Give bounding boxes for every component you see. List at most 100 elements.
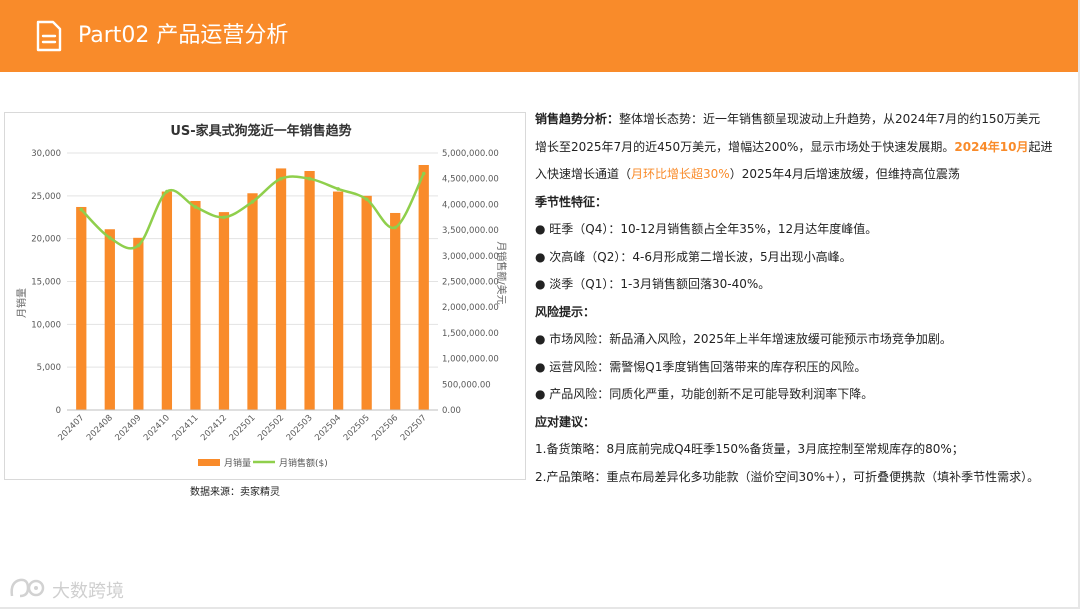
brand-logo-icon [10, 578, 45, 598]
bar [76, 206, 87, 410]
y-right-tick-label: 2,500,000.00 [442, 278, 499, 288]
page-title: Part02 产品运营分析 [78, 23, 289, 48]
y-right-tick-label: 0.00 [442, 406, 461, 416]
y-left-tick-label: 5,000 [37, 363, 61, 373]
bar [247, 193, 258, 410]
line-point [279, 176, 283, 181]
risk-item-text: 产品风险：同质化严重，功能创新不足可能导致利润率下降。 [549, 387, 874, 401]
risk-item: ● 市场风险：新品涌入风险，2025年上半年增速放缓可能预示市场竞争加剧。 [535, 332, 952, 346]
brand-logo-text: 大数跨境 [52, 581, 124, 602]
y-right-tick-label: 3,000,000.00 [442, 252, 499, 262]
season-item: ● 次高峰（Q2）：4-6月形成第二增长波，5月出现小高峰。 [535, 249, 852, 264]
y-left-tick-label: 30,000 [31, 149, 61, 159]
y-left-tick-label: 10,000 [31, 320, 61, 330]
trend-text-4: 入快速增长通道（ [535, 167, 632, 181]
y-left-tick-label: 0 [56, 406, 61, 416]
x-tick-label: 202505 [342, 413, 372, 443]
risk-item: ● 产品风险：同质化严重，功能创新不足可能导致利润率下降。 [535, 387, 874, 401]
trend-text-1: 整体增长态势：近一年销售额呈现波动上升趋势，从2024年7月的约150万美元 [619, 112, 1041, 126]
x-tick-label: 202504 [313, 413, 343, 443]
advice-item: 2.产品策略：重点布局差异化多功能款（溢价空间30%+），可折叠便携款（填补季节… [535, 469, 1040, 484]
season-item: ● 旺季（Q4）：10-12月销售额占全年35%，12月达年度峰值。 [535, 222, 878, 236]
bar [161, 191, 173, 410]
season-item: ● 淡季（Q1）：1-3月销售额回落30-40%。 [535, 277, 771, 291]
line-point [108, 236, 112, 240]
x-tick-label: 202410 [142, 413, 172, 443]
x-tick-label: 202506 [370, 413, 400, 443]
combo-chart: US-家具式狗笼近一年销售趋势 0 5,000 10,000 15,000 20,000… [15, 123, 508, 469]
y-right-tick-label: 5,000,000.00 [442, 149, 499, 159]
risk-item-text: 市场风险：新品涌入风险，2025年上半年增速放缓可能预示市场竞争加剧。 [549, 332, 952, 346]
bar [275, 168, 287, 410]
advice-item: 1.备货策略：8月底前完成Q4旺季150%备货量，3月底控制至常规库存的80%； [535, 442, 964, 456]
data-source-note: 数据来源：卖家精灵 [190, 487, 280, 498]
y-left-tick-label: 20,000 [31, 235, 61, 245]
y-right-tick-label: 1,000,000.00 [442, 355, 499, 365]
x-tick-label: 202407 [56, 413, 86, 443]
advice-heading-line: 应对建议： [535, 409, 1075, 437]
trend-highlight: 2024年10月 [954, 139, 1029, 154]
bar [218, 212, 230, 410]
trend-text-2: 增长至2025年7月的近450万美元，增幅达200%，显示市场处于快速发展期。 [535, 139, 955, 154]
header-bar: Part02 产品运营分析 [0, 0, 1080, 72]
season-item-text: 旺季（Q4）：10-12月销售额占全年35%，12月达年度峰值。 [549, 222, 878, 236]
risk-item-text: 运营风险：需警惕Q1季度销售回落带来的库存积压的风险。 [549, 359, 867, 374]
trend-highlight-2: 月环比增长超30% [631, 167, 730, 181]
line-point [193, 205, 198, 209]
y-left-tick-label: 25,000 [31, 192, 61, 202]
line-point [307, 176, 312, 181]
trend-line-1: 销售趋势分析：整体增长态势：近一年销售额呈现波动上升趋势，从2024年7月的约1… [535, 106, 1075, 134]
y-left-tick-label: 15,000 [31, 278, 61, 288]
line-point [393, 225, 397, 230]
y-right-tick-label: 4,000,000.00 [442, 200, 499, 210]
advice-heading: 应对建议： [535, 414, 596, 429]
bar [304, 170, 315, 410]
y-right-tick-label: 500,000.00 [442, 380, 491, 390]
legend-bar-label: 月销量 [224, 457, 251, 469]
bar [332, 191, 344, 410]
x-tick-label: 202408 [85, 413, 115, 443]
line-point [336, 187, 340, 191]
x-tick-label: 202507 [399, 413, 429, 443]
bar [190, 200, 201, 410]
trend-text-5: ）2025年4月后增速放缓，但维持高位震荡 [729, 167, 960, 181]
chart-legend: 月销量 月销售额($) [198, 457, 328, 469]
line-point [250, 200, 255, 204]
trend-text-3: 起进 [1028, 139, 1053, 154]
line-point [421, 171, 426, 176]
x-tick-label: 202502 [256, 413, 286, 443]
line-point [79, 207, 84, 212]
trend-line-2: 增长至2025年7月的近450万美元，增幅达200%，显示市场处于快速发展期。2… [535, 134, 1075, 162]
line-point [364, 197, 369, 202]
bar [104, 229, 115, 410]
x-tick-label: 202411 [171, 413, 201, 443]
line-point [222, 215, 226, 220]
y-right-tick-label: 4,500,000.00 [442, 175, 499, 185]
chart-title: US-家具式狗笼近一年销售趋势 [170, 123, 351, 139]
season-item-text: 次高峰（Q2）：4-6月形成第二增长波，5月出现小高峰。 [549, 249, 852, 264]
season-item-text: 淡季（Q1）：1-3月销售额回落30-40%。 [549, 277, 771, 291]
y-right-tick-label: 3,500,000.00 [442, 226, 499, 236]
y-axis-left-label: 月销量 [15, 288, 28, 318]
x-tick-label: 202503 [285, 413, 315, 443]
x-tick-label: 202501 [228, 413, 258, 443]
x-tick-label: 202412 [199, 413, 229, 443]
season-heading: 季节性特征： [535, 194, 608, 209]
y-axis-right-label: 月销售额/美元 [495, 241, 508, 304]
bar [133, 237, 144, 410]
risk-heading-line: 风险提示： [535, 299, 1075, 327]
bar [418, 164, 429, 410]
y-right-tick-label: 1,500,000.00 [442, 329, 499, 339]
season-heading-line: 季节性特征： [535, 189, 1075, 217]
chart-panel: US-家具式狗笼近一年销售趋势 0 5,000 10,000 15,000 20,000… [4, 112, 526, 480]
document-icon [36, 20, 62, 52]
bar [361, 195, 372, 410]
line-point [136, 243, 141, 248]
trend-line-3: 入快速增长通道（月环比增长超30%）2025年4月后增速放缓，但维持高位震荡 [535, 161, 1075, 189]
risk-item: ● 运营风险：需警惕Q1季度销售回落带来的库存积压的风险。 [535, 359, 867, 374]
bar [390, 212, 401, 410]
risk-heading: 风险提示： [535, 304, 596, 319]
trend-heading: 销售趋势分析： [535, 112, 620, 126]
analysis-panel: 销售趋势分析：整体增长态势：近一年销售额呈现波动上升趋势，从2024年7月的约1… [535, 106, 1075, 491]
line-point [165, 189, 169, 194]
